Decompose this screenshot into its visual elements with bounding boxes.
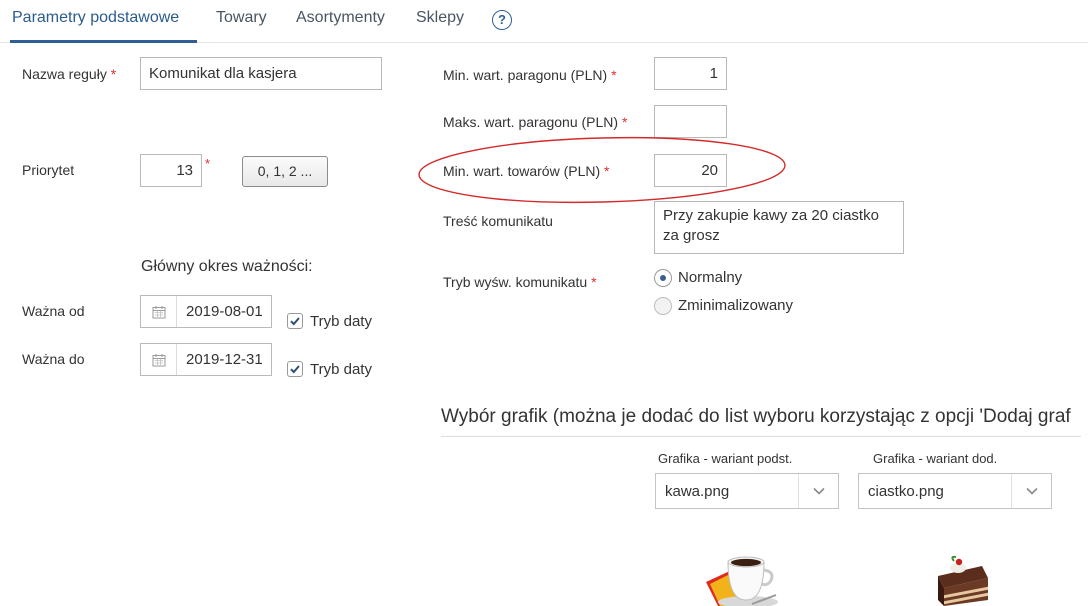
priority-label: Priorytet (22, 162, 75, 178)
valid-from-date-mode-label: Tryb daty (310, 313, 372, 330)
valid-from-date-mode-checkbox[interactable] (287, 313, 303, 329)
valid-to-value: 2019-12-31 (186, 351, 263, 368)
highlight-ellipse (418, 136, 786, 204)
rule-name-label: Nazwa reguły * (22, 66, 117, 82)
cake-slice-image (938, 555, 988, 606)
tab-basic-parameters[interactable]: Parametry podstawowe (12, 9, 179, 27)
valid-to-date-mode-label: Tryb daty (310, 361, 372, 378)
valid-to-date-mode-checkbox[interactable] (287, 361, 303, 377)
calendar-icon[interactable] (141, 296, 177, 327)
graphic-extra-label: Grafika - wariant dod. (873, 451, 998, 466)
valid-to-date-input[interactable]: 2019-12-31 (140, 343, 272, 376)
valid-from-label: Ważna od (22, 303, 85, 319)
tab-goods[interactable]: Towary (216, 9, 267, 27)
message-label: Treść komunikatu (443, 213, 553, 229)
graphic-basic-value: kawa.png (665, 482, 730, 500)
validity-heading: Główny okres ważności: (141, 258, 313, 275)
message-textarea[interactable]: Przy zakupie kawy za 20 ciastko za grosz (654, 201, 904, 254)
chevron-down-icon[interactable] (798, 474, 838, 508)
graphics-section-divider (441, 436, 1081, 437)
rule-name-input[interactable]: Komunikat dla kasjera (140, 57, 382, 90)
display-mode-label: Tryb wyśw. komunikatu * (443, 274, 597, 290)
valid-from-value: 2019-08-01 (186, 303, 263, 320)
priority-input[interactable]: 13 (140, 154, 202, 187)
message-line-1: Przy zakupie kawy za 20 ciastko (663, 207, 879, 224)
mode-normal-label[interactable]: Normalny (678, 269, 742, 286)
mode-minimized-label[interactable]: Zminimalizowany (678, 297, 793, 314)
min-receipt-input[interactable]: 1 (654, 57, 727, 90)
max-receipt-label: Maks. wart. paragonu (PLN) * (443, 114, 628, 130)
active-tab-indicator (10, 40, 197, 43)
tab-assortments[interactable]: Asortymenty (296, 9, 385, 27)
graphic-extra-value: ciastko.png (868, 482, 944, 500)
mode-minimized-radio[interactable] (654, 297, 672, 315)
message-line-2: za grosz (663, 227, 720, 244)
calendar-icon[interactable] (141, 344, 177, 375)
graphic-basic-select[interactable]: kawa.png (655, 473, 839, 509)
tab-bar: Parametry podstawowe Towary Asortymenty … (0, 0, 1088, 44)
min-receipt-label: Min. wart. paragonu (PLN) * (443, 67, 617, 83)
coffee-cup-image (706, 556, 778, 606)
priority-values-button[interactable]: 0, 1, 2 ... (242, 156, 328, 187)
tab-shops[interactable]: Sklepy (416, 9, 464, 27)
graphics-section-title: Wybór grafik (można je dodać do list wyb… (441, 406, 1071, 427)
valid-from-date-input[interactable]: 2019-08-01 (140, 295, 272, 328)
question-circle-icon[interactable]: ? (492, 10, 512, 30)
graphic-extra-select[interactable]: ciastko.png (858, 473, 1052, 509)
mode-normal-radio[interactable] (654, 269, 672, 287)
graphic-basic-label: Grafika - wariant podst. (658, 451, 793, 466)
chevron-down-icon[interactable] (1011, 474, 1051, 508)
valid-to-label: Ważna do (22, 351, 85, 367)
priority-required-mark: * (205, 156, 211, 171)
